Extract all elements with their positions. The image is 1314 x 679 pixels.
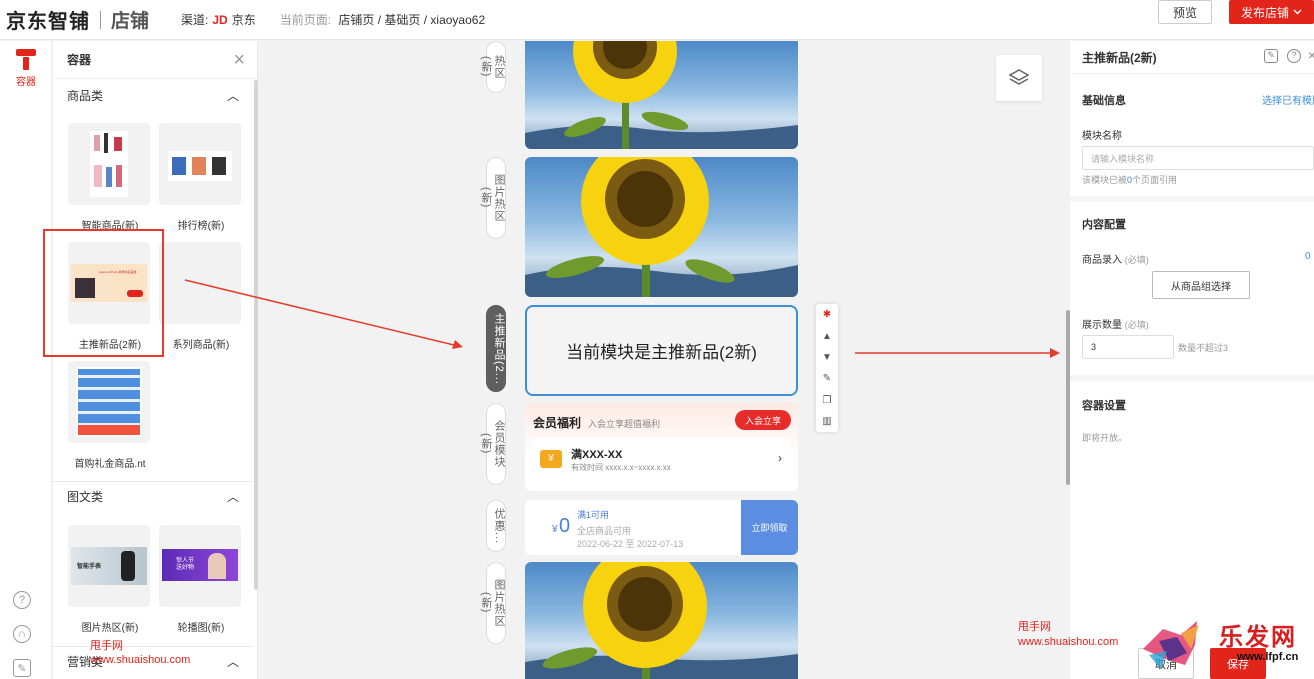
watermark-brand-logo: 乐发网 www.lfpf.cn <box>1141 615 1301 673</box>
canvas-label-coupon[interactable]: 优惠... <box>486 500 506 552</box>
required-mark: (必填) <box>1124 255 1149 265</box>
coupon-icon: ¥ <box>540 450 562 468</box>
coupon-dates: 2022-06-22 至 2022-07-13 <box>577 539 684 549</box>
layers-button[interactable] <box>996 55 1042 101</box>
coupon-currency: ¥ <box>552 524 558 535</box>
watermark-site-url: www.shuaishou.com <box>90 654 191 666</box>
display-count-label: 展示数量 (必填) <box>1082 316 1149 331</box>
chevron-right-icon: › <box>778 451 782 465</box>
section-divider <box>1070 196 1314 202</box>
product-entry-label: 商品录入 (必填) <box>1082 251 1149 266</box>
display-count-hint: 数量不超过3 <box>1178 343 1229 353</box>
properties-panel: 主推新品(2新) ✎ ? × 基础信息 选择已有模版 模块名称 请输入模块名称 … <box>1070 41 1314 679</box>
member-title: 会员福利 <box>533 416 582 430</box>
coupon-valid-time: 有效时间 xxxx.x.x~xxxx.x.xx <box>571 463 671 472</box>
module-reference-post: 个页面引用 <box>1132 175 1178 185</box>
section-content-config: 内容配置 <box>1082 219 1126 231</box>
settings-icon[interactable]: ✱ <box>822 310 832 320</box>
module-toolbar: ✱ ▲ ▼ ✎ ❐ ▥ <box>816 304 838 432</box>
sunflower-image[interactable] <box>525 41 798 149</box>
coming-soon-note: 即将开放。 <box>1082 433 1128 443</box>
section-container-settings: 容器设置 <box>1082 400 1126 412</box>
sunflower-image[interactable] <box>525 562 798 679</box>
watermark-site-name: 甩手网 <box>1018 621 1051 633</box>
module-name-input[interactable]: 请输入模块名称 <box>1082 146 1314 170</box>
canvas-label-member[interactable]: 会员模块(新) <box>480 403 506 485</box>
watermark-brand: 乐发网 <box>1219 622 1297 651</box>
section-divider <box>1070 375 1314 381</box>
current-module-placeholder[interactable]: 当前模块是主推新品(2新) <box>525 305 798 396</box>
delete-icon[interactable]: ▥ <box>822 417 832 427</box>
move-up-icon[interactable]: ▲ <box>822 332 832 342</box>
member-subtitle: 入会立享超值福利 <box>588 419 661 429</box>
edit-icon[interactable]: ✎ <box>822 374 832 384</box>
canvas-label-featured-new[interactable]: 主推新品(2... <box>486 305 506 392</box>
display-count-text: 展示数量 <box>1082 320 1122 331</box>
properties-title: 主推新品(2新) <box>1082 50 1157 65</box>
join-member-button[interactable]: 入会立享 <box>735 410 791 430</box>
module-reference-pre: 该模块已被 <box>1082 175 1128 185</box>
canvas-label-hotspot[interactable]: 热区(新) <box>480 41 506 93</box>
feedback-icon[interactable]: ✎ <box>1264 49 1278 63</box>
move-down-icon[interactable]: ▼ <box>822 353 832 363</box>
coupon-scope: 全店商品可用 <box>577 526 632 536</box>
coupon-amount: 0 <box>559 515 571 537</box>
coupon-condition: 满1可用 <box>577 510 610 520</box>
claim-coupon-button[interactable]: 立即领取 <box>741 500 798 555</box>
properties-header: 主推新品(2新) ✎ ? × <box>1070 41 1314 74</box>
sunflower-image[interactable] <box>525 157 798 297</box>
help-icon[interactable]: ? <box>1287 49 1301 63</box>
module-name-label: 模块名称 <box>1082 131 1122 142</box>
watermark-brand-url: www.lfpf.cn <box>1237 651 1299 663</box>
watermark-site-name: 甩手网 <box>90 640 123 652</box>
product-count: 0 <box>1305 251 1311 262</box>
close-icon[interactable]: × <box>1308 47 1314 63</box>
section-basic-info: 基础信息 <box>1082 95 1126 107</box>
choose-product-group-button[interactable]: 从商品组选择 <box>1152 271 1250 299</box>
product-entry-text: 商品录入 <box>1082 255 1122 266</box>
member-module[interactable]: 会员福利 入会立享超值福利 入会立享 ¥ 满XXX-XX 有效时间 xxxx.x… <box>525 403 798 491</box>
display-count-input[interactable]: 3 <box>1082 335 1174 359</box>
required-mark: (必填) <box>1124 320 1149 330</box>
copy-icon[interactable]: ❐ <box>822 396 832 406</box>
canvas-label-image-hotspot-2[interactable]: 图片热区(新) <box>480 562 506 644</box>
watermark-site-url: www.shuaishou.com <box>1018 636 1119 648</box>
member-coupon[interactable]: ¥ 满XXX-XX 有效时间 xxxx.x.x~xxxx.x.xx › <box>532 438 790 481</box>
layers-icon <box>1008 69 1030 85</box>
module-reference-note: 该模块已被0个页面引用 <box>1082 173 1177 186</box>
select-template-link[interactable]: 选择已有模版 <box>1262 92 1314 107</box>
coupon-module[interactable]: ¥ 0 满1可用 全店商品可用 2022-06-22 至 2022-07-13 … <box>525 500 798 555</box>
canvas-label-image-hotspot[interactable]: 图片热区(新) <box>480 157 506 239</box>
coupon-title: 满XXX-XX <box>571 449 623 461</box>
